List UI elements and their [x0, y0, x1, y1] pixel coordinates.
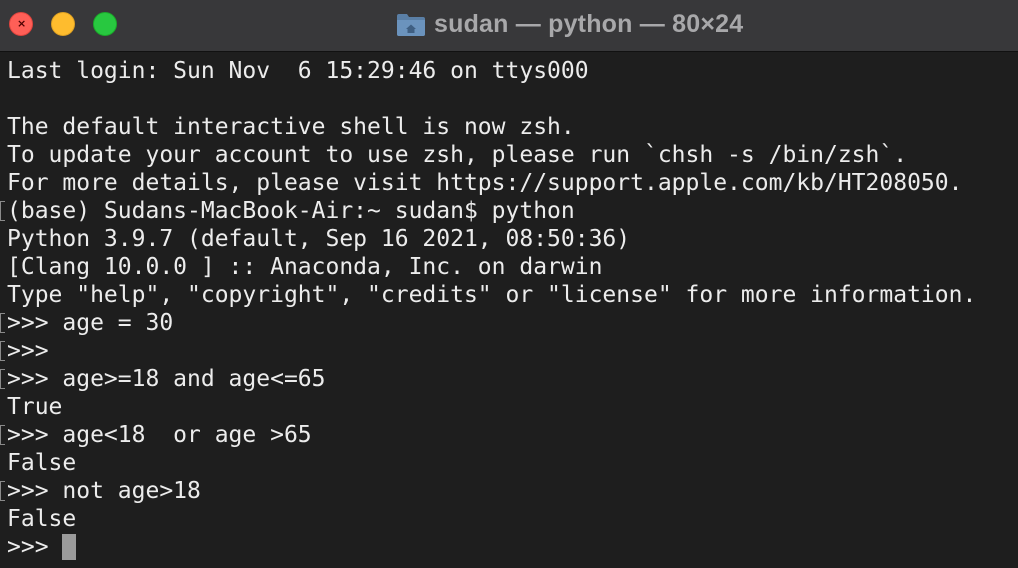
terminal-line: True [7, 393, 976, 421]
prompt-line[interactable]: >>> [7, 533, 976, 561]
terminal-line: The default interactive shell is now zsh… [7, 113, 976, 141]
terminal-line-text: (base) Sudans-MacBook-Air:~ sudan$ pytho… [7, 198, 575, 224]
command-mark-icon [0, 201, 5, 221]
command-mark-icon [0, 341, 5, 361]
terminal-line-text: Last login: Sun Nov 6 15:29:46 on ttys00… [7, 58, 589, 84]
terminal-line: Last login: Sun Nov 6 15:29:46 on ttys00… [7, 57, 976, 85]
terminal-line-text: For more details, please visit https://s… [7, 170, 963, 196]
terminal-line-text: True [7, 394, 63, 420]
zoom-button[interactable] [93, 12, 117, 36]
terminal-line-text: >>> [7, 338, 49, 364]
prompt-text: >>> [7, 534, 63, 560]
terminal-line: False [7, 505, 976, 533]
terminal-line: >>> age = 30 [0, 309, 976, 337]
terminal-line-text: False [7, 506, 77, 532]
terminal-line: >>> age>=18 and age<=65 [0, 365, 976, 393]
terminal-line: [Clang 10.0.0 ] :: Anaconda, Inc. on dar… [7, 253, 976, 281]
minimize-button[interactable] [51, 12, 75, 36]
terminal-line: >>> [0, 337, 976, 365]
terminal-line: Type "help", "copyright", "credits" or "… [7, 281, 976, 309]
text-cursor [62, 534, 77, 560]
window-title: sudan — python — 80×24 [434, 9, 744, 38]
terminal-line-text: >>> age>=18 and age<=65 [7, 366, 326, 392]
terminal-line-text: >>> age = 30 [7, 310, 174, 336]
terminal-window: × sudan — python — 80×24 Last login: Sun… [0, 0, 1018, 568]
terminal-line-text: >>> age<18 or age >65 [7, 422, 312, 448]
terminal-line: >>> not age>18 [0, 477, 976, 505]
terminal-line-text: Python 3.9.7 (default, Sep 16 2021, 08:5… [7, 226, 631, 252]
terminal-line-text: [Clang 10.0.0 ] :: Anaconda, Inc. on dar… [7, 254, 603, 280]
terminal-line: >>> age<18 or age >65 [0, 421, 976, 449]
terminal-output[interactable]: Last login: Sun Nov 6 15:29:46 on ttys00… [0, 52, 1018, 568]
title-bar[interactable]: × sudan — python — 80×24 [0, 0, 1018, 52]
command-mark-icon [0, 481, 5, 501]
home-folder-icon [397, 14, 425, 36]
terminal-line: Python 3.9.7 (default, Sep 16 2021, 08:5… [7, 225, 976, 253]
terminal-line: To update your account to use zsh, pleas… [7, 141, 976, 169]
terminal-line-text: False [7, 450, 77, 476]
terminal-lines: Last login: Sun Nov 6 15:29:46 on ttys00… [0, 57, 976, 561]
command-mark-icon [0, 313, 5, 333]
terminal-line: False [7, 449, 976, 477]
terminal-line-text: Type "help", "copyright", "credits" or "… [7, 282, 977, 308]
close-icon: × [17, 17, 27, 30]
terminal-line-text: >>> not age>18 [7, 478, 201, 504]
command-mark-icon [0, 425, 5, 445]
terminal-line: For more details, please visit https://s… [7, 169, 976, 197]
terminal-line-text: To update your account to use zsh, pleas… [7, 142, 908, 168]
window-title-group: sudan — python — 80×24 [396, 8, 743, 40]
terminal-line-text: The default interactive shell is now zsh… [7, 114, 575, 140]
command-mark-icon [0, 369, 5, 389]
close-button[interactable]: × [9, 12, 33, 36]
terminal-line: (base) Sudans-MacBook-Air:~ sudan$ pytho… [0, 197, 976, 225]
